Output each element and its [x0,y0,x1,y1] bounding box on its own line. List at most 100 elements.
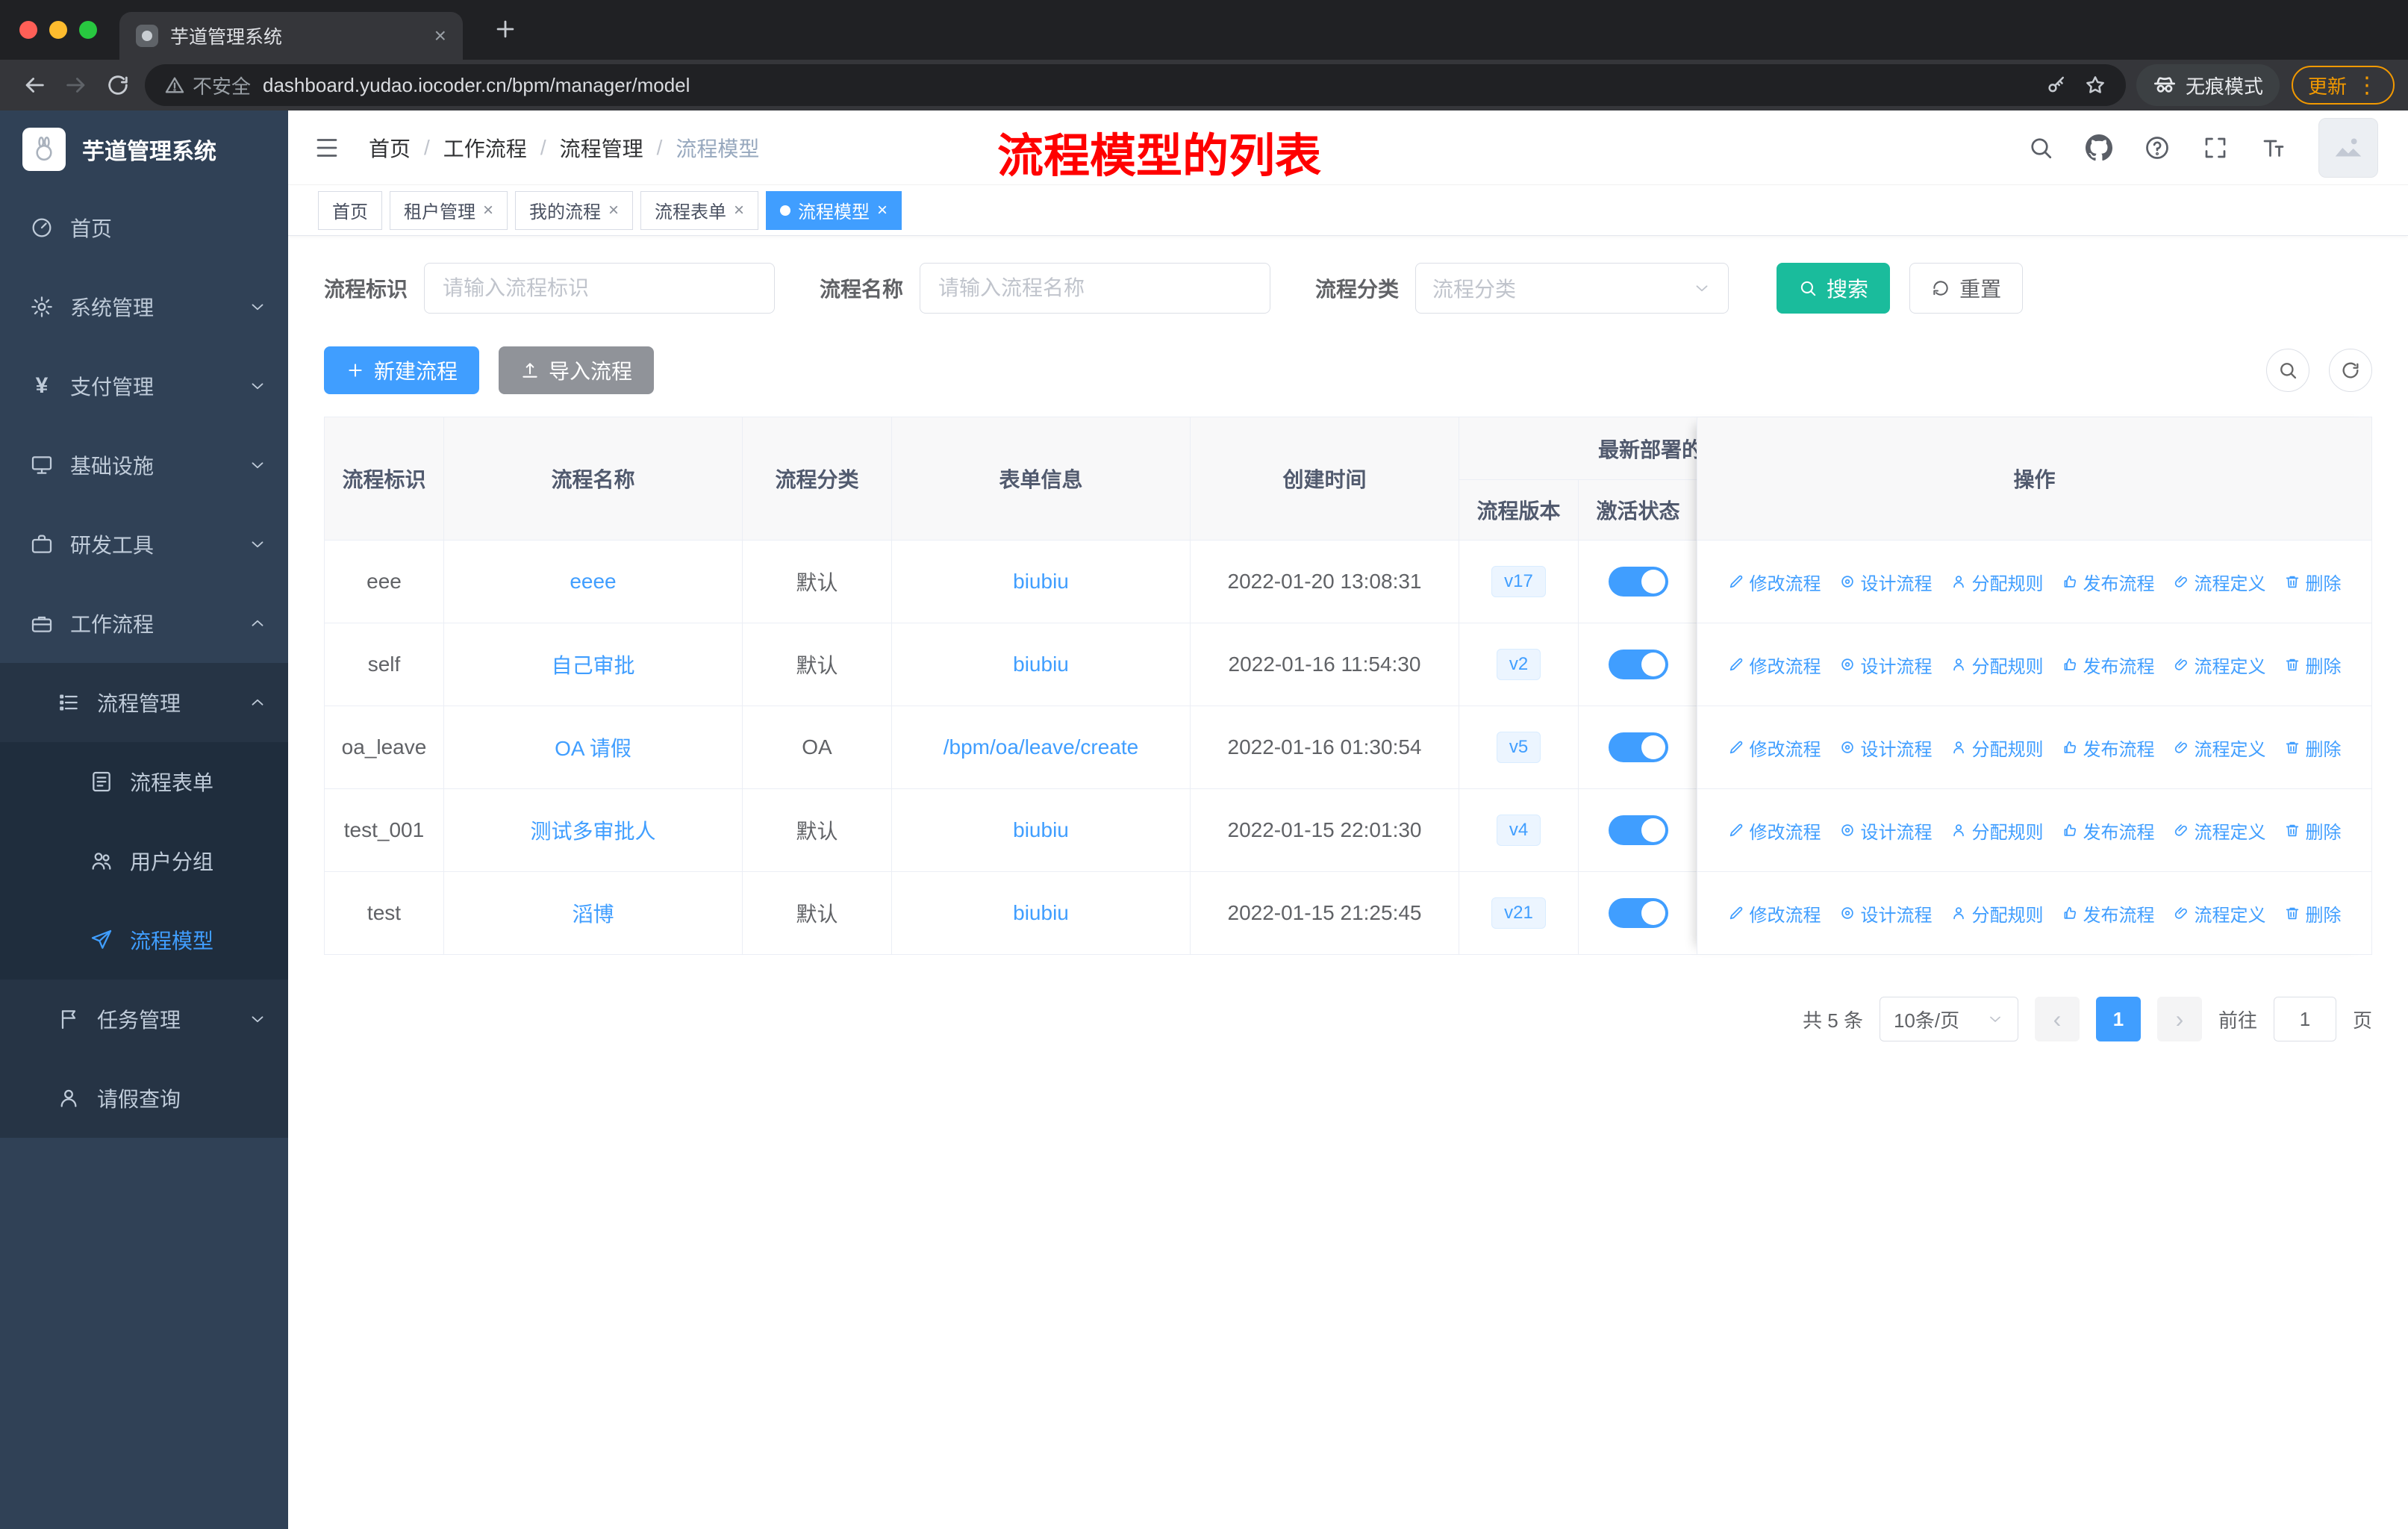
edit-process-action[interactable]: 修改流程 [1728,900,1821,927]
process-name-link[interactable]: 测试多审批人 [530,815,655,845]
back-button[interactable] [13,64,55,106]
active-toggle[interactable] [1608,898,1668,928]
omnibox[interactable]: 不安全 dashboard.yudao.iocoder.cn/bpm/manag… [145,64,2126,106]
design-process-action[interactable]: 设计流程 [1839,900,1933,927]
tag-process-model[interactable]: 流程模型 × [766,190,902,230]
design-process-action[interactable]: 设计流程 [1839,652,1933,678]
search-icon[interactable] [2027,134,2054,161]
edit-process-action[interactable]: 修改流程 [1728,818,1821,844]
security-indicator[interactable]: 不安全 [164,72,251,99]
close-icon[interactable]: × [877,200,888,221]
design-process-action[interactable]: 设计流程 [1839,735,1933,761]
password-key-icon[interactable] [2045,74,2068,96]
breadcrumb-item[interactable]: 工作流程 [443,133,527,163]
browser-update-button[interactable]: 更新 ⋮ [2291,66,2395,105]
more-menu-icon[interactable]: ⋮ [2356,72,2378,99]
active-toggle[interactable] [1608,567,1668,597]
category-select[interactable]: 流程分类 [1415,263,1729,314]
publish-process-action[interactable]: 发布流程 [2062,735,2155,761]
design-process-action[interactable]: 设计流程 [1839,818,1933,844]
edit-process-action[interactable]: 修改流程 [1728,569,1821,595]
process-name-link[interactable]: 滔博 [572,898,614,928]
assign-rule-action[interactable]: 分配规则 [1950,818,2044,844]
delete-process-action[interactable]: 删除 [2284,900,2342,927]
page-number-1[interactable]: 1 [2095,997,2141,1041]
sidebar-item-process-form[interactable]: 流程表单 [0,742,288,821]
active-toggle[interactable] [1608,815,1668,845]
design-process-action[interactable]: 设计流程 [1839,569,1933,595]
form-info-link[interactable]: /bpm/oa/leave/create [943,735,1139,759]
font-size-icon[interactable] [2260,134,2287,161]
new-tab-button[interactable] [493,16,518,42]
sidebar-item-infrastructure[interactable]: 基础设施 [0,426,288,505]
breadcrumb-item[interactable]: 流程管理 [560,133,643,163]
form-info-link[interactable]: biubiu [1013,653,1069,676]
publish-process-action[interactable]: 发布流程 [2062,900,2155,927]
process-definition-action[interactable]: 流程定义 [2173,652,2266,678]
sidebar-item-system[interactable]: 系统管理 [0,267,288,346]
forward-button[interactable] [55,64,97,106]
tag-tenant[interactable]: 租户管理 × [390,190,508,230]
sidebar-item-devtools[interactable]: 研发工具 [0,505,288,584]
delete-process-action[interactable]: 删除 [2284,652,2342,678]
publish-process-action[interactable]: 发布流程 [2062,652,2155,678]
browser-tab[interactable]: 芋道管理系统 × [119,12,463,60]
delete-process-action[interactable]: 删除 [2284,569,2342,595]
assign-rule-action[interactable]: 分配规则 [1950,900,2044,927]
next-page-button[interactable]: › [2156,997,2202,1041]
process-definition-action[interactable]: 流程定义 [2173,900,2266,927]
process-definition-action[interactable]: 流程定义 [2173,735,2266,761]
sidebar-item-process-model[interactable]: 流程模型 [0,900,288,980]
sidebar-item-leave-query[interactable]: 请假查询 [0,1059,288,1138]
edit-process-action[interactable]: 修改流程 [1728,652,1821,678]
delete-process-action[interactable]: 删除 [2284,735,2342,761]
active-toggle[interactable] [1608,650,1668,679]
reset-button[interactable]: 重置 [1909,263,2024,314]
help-icon[interactable] [2144,134,2171,161]
sidebar-item-task-management[interactable]: 任务管理 [0,980,288,1059]
publish-process-action[interactable]: 发布流程 [2062,569,2155,595]
process-definition-action[interactable]: 流程定义 [2173,818,2266,844]
fullscreen-icon[interactable] [2202,134,2229,161]
minimize-window-button[interactable] [49,21,67,39]
user-avatar[interactable] [2318,117,2378,178]
breadcrumb-item[interactable]: 首页 [369,133,411,163]
toggle-search-button[interactable] [2266,349,2309,392]
edit-process-action[interactable]: 修改流程 [1728,735,1821,761]
sidebar-item-process-management[interactable]: 流程管理 [0,663,288,742]
close-icon[interactable]: × [483,200,493,221]
form-info-link[interactable]: biubiu [1013,570,1069,594]
maximize-window-button[interactable] [79,21,97,39]
assign-rule-action[interactable]: 分配规则 [1950,735,2044,761]
sidebar-item-home[interactable]: 首页 [0,188,288,267]
close-icon[interactable]: × [734,200,744,221]
active-toggle[interactable] [1608,732,1668,762]
delete-process-action[interactable]: 删除 [2284,818,2342,844]
sidebar-item-workflow[interactable]: 工作流程 [0,584,288,663]
process-name-link[interactable]: OA 请假 [555,732,631,762]
refresh-table-button[interactable] [2329,349,2372,392]
sidebar-logo[interactable]: 芋道管理系统 [0,110,288,188]
form-info-link[interactable]: biubiu [1013,901,1069,925]
process-key-input[interactable] [424,263,776,314]
assign-rule-action[interactable]: 分配规则 [1950,569,2044,595]
search-button[interactable]: 搜索 [1777,263,1891,314]
tag-process-form[interactable]: 流程表单 × [640,190,759,230]
url-text[interactable]: dashboard.yudao.iocoder.cn/bpm/manager/m… [263,74,2033,97]
sidebar-item-payment[interactable]: ¥ 支付管理 [0,346,288,426]
process-name-link[interactable]: 自己审批 [551,650,634,679]
process-definition-action[interactable]: 流程定义 [2173,569,2266,595]
close-icon[interactable]: × [608,200,619,221]
publish-process-action[interactable]: 发布流程 [2062,818,2155,844]
sidebar-item-user-group[interactable]: 用户分组 [0,821,288,900]
goto-page-input[interactable] [2273,997,2336,1041]
import-process-button[interactable]: 导入流程 [499,346,655,394]
page-size-select[interactable]: 10条/页 [1879,997,2018,1041]
process-name-input[interactable] [920,263,1271,314]
reload-button[interactable] [97,64,139,106]
sidebar-toggle-button[interactable] [308,128,346,167]
tag-my-process[interactable]: 我的流程 × [515,190,634,230]
close-window-button[interactable] [19,21,37,39]
assign-rule-action[interactable]: 分配规则 [1950,652,2044,678]
tag-home[interactable]: 首页 [318,190,382,230]
